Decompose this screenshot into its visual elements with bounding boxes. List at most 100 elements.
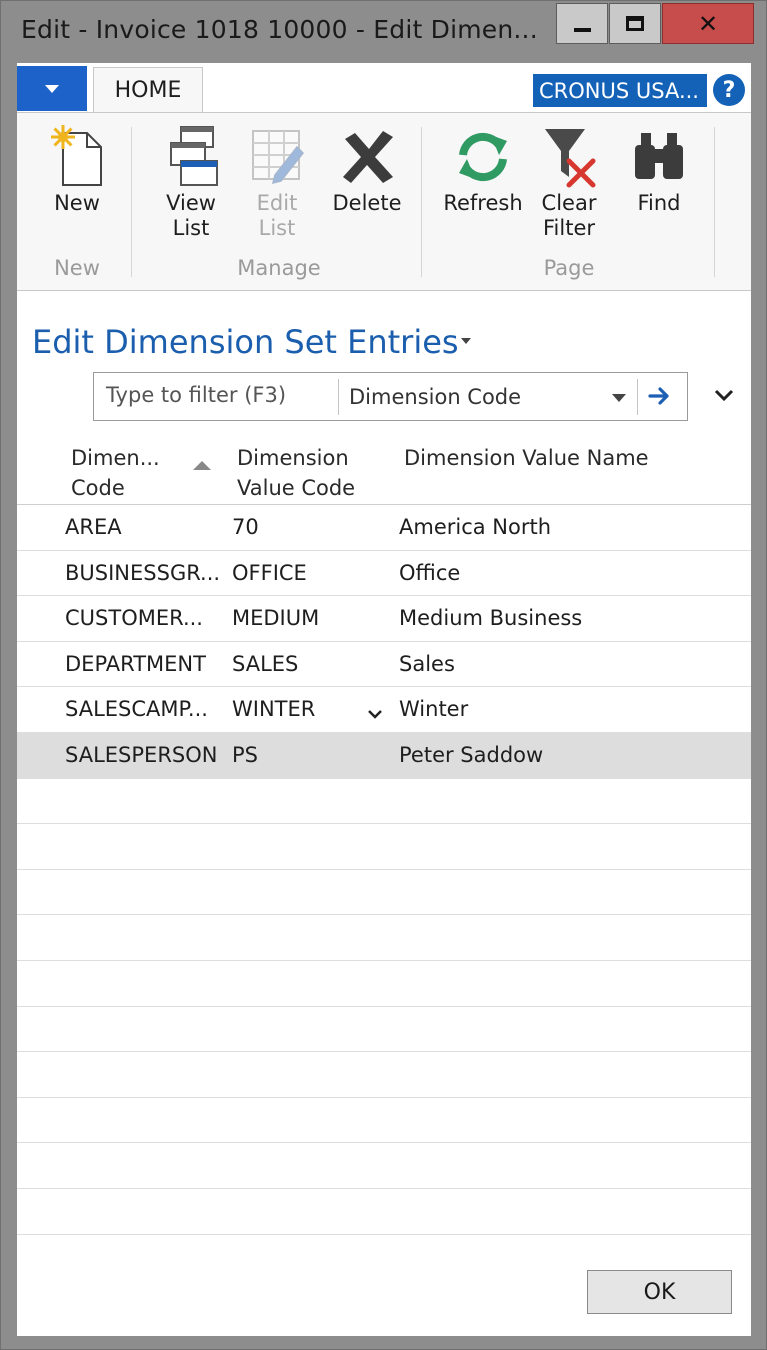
filter-field-select[interactable]: Dimension Code (349, 385, 521, 409)
empty-row[interactable] (17, 1143, 751, 1189)
ok-button[interactable]: OK (587, 1270, 732, 1314)
table-row[interactable]: SALESCAMP... WINTER Winter (17, 687, 751, 733)
collapse-chevron-icon[interactable] (714, 387, 734, 406)
cell-dimension-code[interactable]: BUSINESSGR... (65, 561, 225, 585)
header-text: Dimension (237, 446, 349, 470)
edit-list-label-line2: List (258, 216, 296, 240)
maximize-button[interactable] (609, 3, 661, 44)
empty-row[interactable] (17, 824, 751, 870)
cell-dimension-value-code[interactable]: PS (232, 743, 258, 767)
find-button[interactable]: Find (621, 113, 697, 216)
cell-dimension-value-name[interactable]: Winter (399, 697, 468, 721)
table-row[interactable]: DEPARTMENT SALES Sales (17, 642, 751, 688)
empty-row[interactable] (17, 961, 751, 1007)
empty-row[interactable] (17, 779, 751, 825)
header-text: Code (71, 476, 125, 500)
apply-filter-arrow-icon[interactable] (647, 383, 673, 413)
cell-dimension-value-name[interactable]: Medium Business (399, 606, 582, 630)
view-list-label-line2: List (172, 216, 210, 240)
empty-row[interactable] (17, 915, 751, 961)
table-row[interactable]: BUSINESSGR... OFFICE Office (17, 551, 751, 597)
view-list-button[interactable]: View List (151, 113, 231, 241)
filter-separator (637, 379, 638, 415)
cell-dimension-value-code[interactable]: MEDIUM (232, 606, 319, 630)
header-text: Value Code (237, 476, 356, 500)
new-document-icon (37, 113, 117, 191)
edit-list-button[interactable]: Edit List (237, 113, 317, 241)
column-header-dimension-value-code[interactable]: Dimension Value Code (237, 443, 355, 503)
table-row-selected[interactable]: SALESPERSON PS Peter Saddow (17, 732, 751, 779)
binoculars-icon (621, 113, 697, 191)
cell-dimension-value-code[interactable]: WINTER (232, 697, 315, 721)
group-label-new: New (54, 256, 100, 280)
lookup-chevron-icon[interactable] (367, 701, 383, 725)
cell-dimension-value-code[interactable]: 70 (232, 515, 259, 539)
refresh-button-label: Refresh (443, 191, 523, 215)
delete-button[interactable]: Delete (327, 113, 407, 216)
cell-dimension-value-name[interactable]: Office (399, 561, 460, 585)
filter-input[interactable]: Type to filter (F3) (106, 383, 286, 407)
table-row[interactable]: AREA 70 America North (17, 505, 751, 551)
cell-dimension-value-code[interactable]: SALES (232, 652, 298, 676)
view-list-icon (151, 113, 231, 191)
cell-dimension-value-name[interactable]: America North (399, 515, 551, 539)
edit-list-label-line1: Edit (256, 191, 298, 215)
company-name-badge[interactable]: CRONUS USA... (533, 74, 707, 107)
maximize-icon (626, 16, 644, 31)
empty-row[interactable] (17, 1189, 751, 1235)
clear-filter-button[interactable]: Clear Filter (531, 113, 607, 241)
cell-dimension-code[interactable]: AREA (65, 515, 225, 539)
help-icon[interactable]: ? (713, 74, 745, 106)
find-button-label: Find (637, 191, 681, 215)
cell-dimension-value-code[interactable]: OFFICE (232, 561, 307, 585)
column-header-dimension-code[interactable]: Dimen... Code (71, 443, 160, 503)
empty-row[interactable] (17, 1007, 751, 1053)
refresh-icon (441, 113, 525, 191)
minimize-button[interactable] (556, 3, 608, 44)
tab-home[interactable]: HOME (93, 67, 203, 113)
title-bar[interactable]: Edit - Invoice 1018 10000 - Edit Dimen..… (1, 1, 766, 63)
empty-row[interactable] (17, 870, 751, 916)
page-title: Edit Dimension Set Entries (32, 323, 459, 361)
clear-filter-label-line2: Filter (542, 216, 595, 240)
cell-dimension-code[interactable]: SALESPERSON (65, 743, 225, 767)
cell-dimension-code[interactable]: CUSTOMER... (65, 606, 225, 630)
edit-list-icon (237, 113, 317, 191)
page-title-dropdown-icon[interactable] (461, 338, 471, 344)
dimension-set-grid: Dimen... Code Dimension Value Code Dimen… (17, 433, 751, 1235)
delete-icon (327, 113, 407, 191)
close-button[interactable]: ✕ (662, 3, 754, 44)
view-list-label-line1: View (166, 191, 216, 215)
refresh-button[interactable]: Refresh (441, 113, 525, 216)
ribbon-separator (131, 127, 132, 277)
client-area: HOME CRONUS USA... ? New View List Edit … (17, 63, 751, 1336)
table-row[interactable]: CUSTOMER... MEDIUM Medium Business (17, 596, 751, 642)
sort-ascending-icon (193, 461, 211, 470)
ribbon-separator (421, 127, 422, 277)
filter-bar: Type to filter (F3) Dimension Code (93, 372, 688, 421)
empty-row[interactable] (17, 1052, 751, 1098)
ribbon-separator (714, 127, 715, 277)
new-button[interactable]: New (37, 113, 117, 216)
chevron-down-icon[interactable] (612, 394, 626, 402)
empty-row[interactable] (17, 1098, 751, 1144)
cell-dimension-code[interactable]: SALESCAMP... (65, 697, 225, 721)
grid-header: Dimen... Code Dimension Value Code Dimen… (17, 433, 751, 505)
header-text: Dimen... (71, 446, 160, 470)
column-header-dimension-value-name[interactable]: Dimension Value Name (404, 443, 649, 473)
chevron-down-icon (45, 84, 59, 93)
delete-button-label: Delete (332, 191, 402, 215)
ribbon-home: New View List Edit List Delete Refresh C… (17, 112, 751, 291)
cell-dimension-value-name[interactable]: Sales (399, 652, 455, 676)
group-label-manage: Manage (237, 256, 321, 280)
clear-filter-icon (531, 113, 607, 191)
new-button-label: New (54, 191, 100, 215)
cell-dimension-value-name[interactable]: Peter Saddow (399, 743, 543, 767)
window-title: Edit - Invoice 1018 10000 - Edit Dimen..… (21, 15, 538, 44)
cell-dimension-code[interactable]: DEPARTMENT (65, 652, 225, 676)
minimize-icon (573, 27, 591, 32)
close-icon: ✕ (697, 9, 719, 38)
dialog-window: Edit - Invoice 1018 10000 - Edit Dimen..… (0, 0, 767, 1350)
clear-filter-label-line1: Clear (541, 191, 597, 215)
application-menu-button[interactable] (17, 66, 87, 111)
